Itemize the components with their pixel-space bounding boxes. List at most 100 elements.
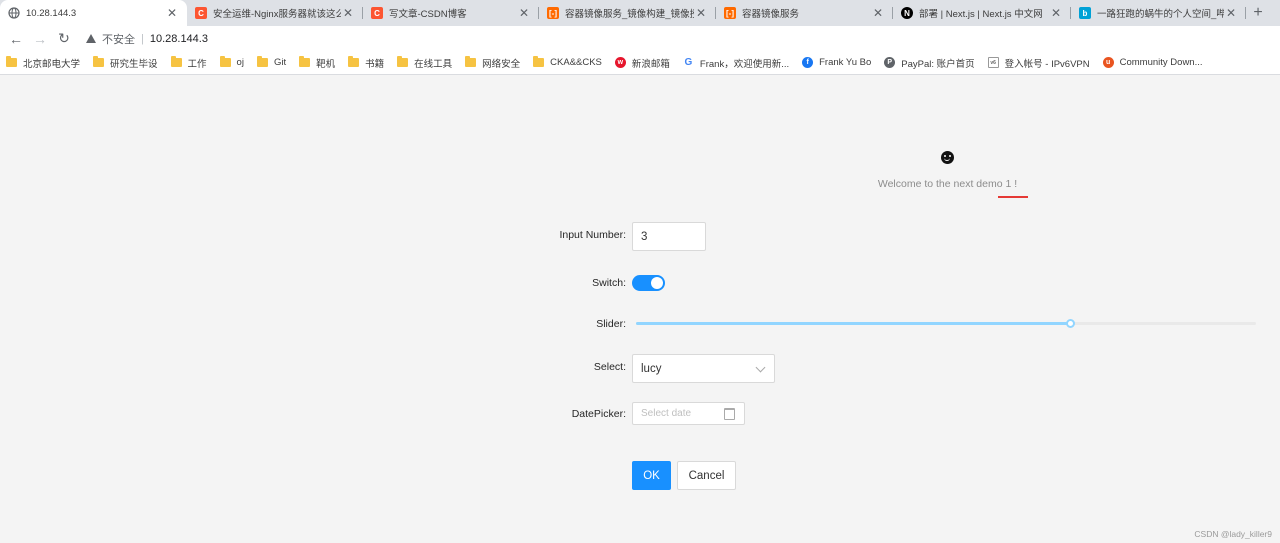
tab-10-28-144-3[interactable]: 10.28.144.3 ✕ — [0, 0, 187, 26]
select-dropdown[interactable]: lucy — [632, 354, 775, 383]
bookmark-folder[interactable]: 工作 — [170, 56, 207, 70]
bookmark-link[interactable]: v6 登入帐号 - IPv6VPN — [987, 56, 1090, 70]
close-icon[interactable]: ✕ — [1224, 6, 1238, 20]
bookmark-label: 工作 — [187, 58, 207, 70]
folder-icon — [348, 56, 360, 67]
bookmark-folder[interactable]: 研究生毕设 — [93, 56, 158, 70]
bookmark-folder[interactable]: 网络安全 — [465, 56, 520, 70]
folder-icon — [256, 56, 268, 67]
omnibox[interactable]: 不安全 | 10.28.144.3 — [86, 31, 208, 47]
bookmark-folder[interactable]: oj — [219, 56, 244, 68]
close-icon[interactable]: ✕ — [1049, 6, 1063, 20]
tab-nginx[interactable]: C 安全运维-Nginx服务器就该这么 ✕ — [187, 0, 363, 26]
tab-title: 容器镜像服务 — [742, 9, 800, 20]
bookmarks-bar: 北京邮电大学 研究生毕设 工作 oj Git 靶机 书籍 在线工具 网络安全 C… — [0, 51, 1280, 75]
tab-title: 10.28.144.3 — [26, 7, 77, 19]
folder-icon — [170, 56, 182, 67]
csdn-icon: C — [371, 7, 383, 19]
bookmark-label: Git — [273, 57, 287, 68]
bookmark-link[interactable]: w 新浪邮箱 — [614, 56, 670, 70]
security-label: 不安全 — [102, 33, 135, 46]
folder-icon — [299, 56, 311, 67]
warning-icon — [86, 34, 96, 43]
welcome-text: Welcome to the next demo 1 ! — [877, 178, 1018, 190]
input-number-field[interactable]: 3 — [632, 222, 706, 251]
close-icon[interactable]: ✕ — [694, 6, 708, 20]
tab-bilibili[interactable]: b 一路狂跑的蜗牛的个人空间_哔哩 ✕ — [1071, 0, 1246, 26]
input-number-label: Input Number: — [559, 229, 626, 241]
csdn-icon: C — [195, 7, 207, 19]
bookmark-folder[interactable]: 靶机 — [299, 56, 335, 70]
slider-handle[interactable] — [1066, 319, 1075, 328]
ubuntu-icon: u — [1102, 57, 1114, 68]
paypal-icon: P — [884, 57, 896, 68]
folder-icon — [465, 56, 477, 67]
bookmark-folder[interactable]: 书籍 — [348, 56, 384, 70]
reload-icon[interactable]: ↻ — [52, 30, 76, 47]
slider-track — [636, 322, 1070, 325]
cancel-button[interactable]: Cancel — [677, 461, 736, 490]
folder-icon — [6, 56, 17, 67]
bookmark-label: oj — [236, 57, 244, 68]
globe-icon — [8, 7, 20, 19]
tab-strip: 10.28.144.3 ✕ C 安全运维-Nginx服务器就该这么 ✕ C 写文… — [0, 0, 1280, 26]
bookmark-label: CKA&&CKS — [550, 57, 602, 68]
tab-title: 一路狂跑的蜗牛的个人空间_哔哩 — [1097, 9, 1224, 20]
bookmark-label: 网络安全 — [482, 58, 521, 70]
bookmark-label: Frank Yu Bo — [819, 57, 872, 68]
security-indicator[interactable]: 不安全 — [86, 31, 135, 47]
tab-title: 容器镜像服务_镜像构建_镜像授权 — [565, 9, 694, 20]
bookmark-label: 研究生毕设 — [110, 58, 158, 70]
ok-button[interactable]: OK — [632, 461, 671, 490]
new-tab-button[interactable]: + — [1246, 0, 1270, 26]
tab-nextjs[interactable]: N 部署 | Next.js | Next.js 中文网 ✕ — [893, 0, 1071, 26]
nextjs-icon: N — [901, 7, 913, 19]
bookmark-folder[interactable]: CKA&&CKS — [533, 56, 602, 68]
folder-icon — [533, 56, 545, 67]
bookmark-folder[interactable]: 北京邮电大学 — [6, 56, 80, 70]
tab-csdn-write[interactable]: C 写文章-CSDN博客 ✕ — [363, 0, 539, 26]
close-icon[interactable]: ✕ — [871, 6, 885, 20]
bookmark-label: PayPal: 账户首页 — [901, 58, 975, 70]
folder-icon — [93, 56, 105, 67]
datepicker-placeholder: Select date — [641, 408, 692, 419]
close-icon[interactable]: ✕ — [165, 6, 179, 20]
bookmark-link[interactable]: u Community Down... — [1102, 57, 1203, 68]
facebook-icon: f — [802, 57, 814, 68]
datepicker-label: DatePicker: — [571, 408, 626, 420]
switch-knob — [651, 277, 663, 289]
tab-title: 写文章-CSDN博客 — [389, 9, 467, 20]
aliyun-icon: [-] — [724, 7, 736, 19]
bookmark-label: 北京邮电大学 — [23, 58, 81, 70]
watermark: CSDN @lady_killer9 — [1194, 529, 1272, 539]
url-text[interactable]: 10.28.144.3 — [150, 33, 208, 45]
bookmark-label: Frank，欢迎使用新... — [699, 58, 790, 70]
slider-label: Slider: — [596, 318, 626, 330]
bookmark-link[interactable]: f Frank Yu Bo — [802, 57, 871, 68]
close-icon[interactable]: ✕ — [517, 6, 531, 20]
close-icon[interactable]: ✕ — [341, 6, 355, 20]
omnibox-divider: | — [141, 32, 144, 45]
bookmark-label: 登入帐号 - IPv6VPN — [1004, 58, 1090, 70]
forward-icon[interactable]: → — [28, 31, 52, 47]
switch-toggle[interactable] — [632, 275, 665, 291]
smiley-icon — [941, 151, 954, 164]
bookmark-folder[interactable]: 在线工具 — [397, 56, 452, 70]
bookmark-link[interactable]: P PayPal: 账户首页 — [884, 56, 975, 70]
ipv6-icon: v6 — [987, 57, 999, 68]
folder-icon — [219, 56, 231, 67]
aliyun-icon: [-] — [547, 7, 559, 19]
switch-label: Switch: — [592, 277, 626, 289]
weibo-icon: w — [614, 57, 626, 68]
tab-container-service[interactable]: [-] 容器镜像服务 ✕ — [716, 0, 893, 26]
back-icon[interactable]: ← — [4, 31, 28, 47]
datepicker-input[interactable]: Select date — [632, 402, 745, 425]
bookmark-label: Community Down... — [1119, 57, 1203, 68]
tab-title: 部署 | Next.js | Next.js 中文网 — [919, 9, 1043, 20]
google-icon: G — [682, 57, 694, 68]
bookmark-folder[interactable]: Git — [256, 56, 287, 68]
bookmark-link[interactable]: G Frank，欢迎使用新... — [682, 56, 790, 70]
tab-container-build[interactable]: [-] 容器镜像服务_镜像构建_镜像授权 ✕ — [539, 0, 716, 26]
welcome-underline — [998, 196, 1028, 198]
chevron-down-icon — [755, 362, 766, 373]
